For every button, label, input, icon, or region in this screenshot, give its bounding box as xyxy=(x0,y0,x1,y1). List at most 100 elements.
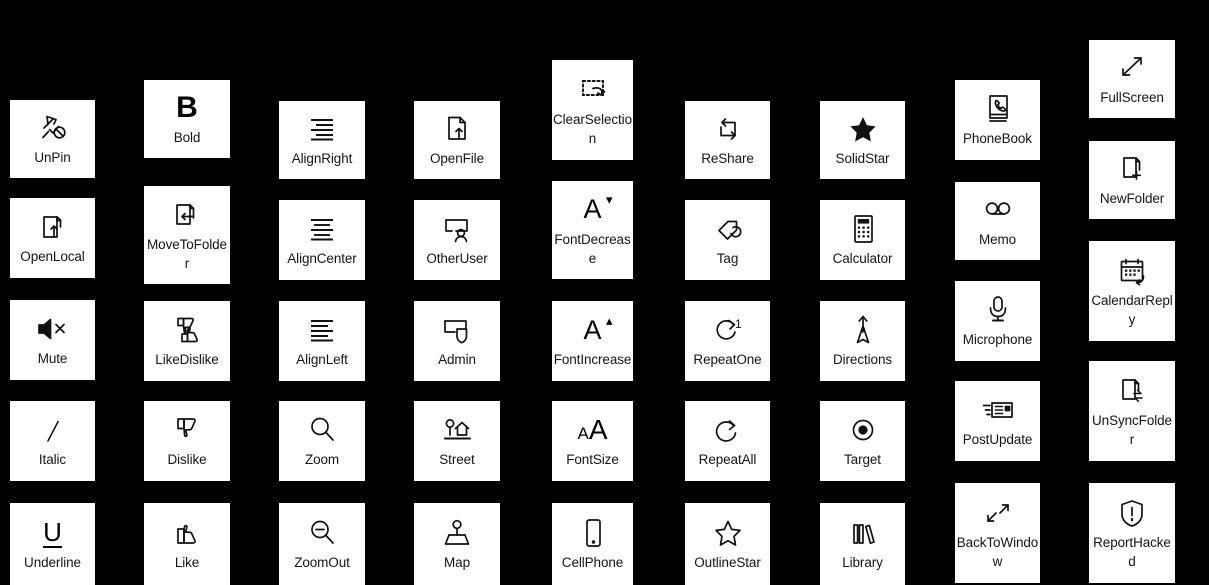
icon-tile-openlocal[interactable]: OpenLocal xyxy=(10,198,95,278)
align-center-icon xyxy=(280,210,364,248)
calculator-icon xyxy=(821,210,904,248)
icon-tile-tag[interactable]: Tag xyxy=(685,200,770,280)
icon-tile-zoom[interactable]: Zoom xyxy=(279,401,365,481)
bold-icon: B xyxy=(176,91,198,125)
underline-icon: U xyxy=(43,516,62,548)
icon-label: UnPin xyxy=(34,150,71,166)
reshare-icon xyxy=(686,110,769,148)
icon-label: Admin xyxy=(438,352,476,368)
icon-tile-directions[interactable]: Directions xyxy=(820,301,905,381)
repeat-all-icon xyxy=(686,411,769,449)
icon-tile-fontincrease[interactable]: A ▴ FontIncrease xyxy=(552,301,633,381)
unpin-icon xyxy=(11,109,94,147)
svg-text:1: 1 xyxy=(735,317,742,331)
icon-label: Dislike xyxy=(167,452,207,468)
library-icon xyxy=(821,514,904,552)
font-increase-icon: A ▴ xyxy=(583,312,613,345)
zoom-icon xyxy=(280,411,364,449)
icon-tile-bold[interactable]: B Bold xyxy=(144,80,230,158)
admin-icon xyxy=(415,311,499,349)
icon-tile-fullscreen[interactable]: FullScreen xyxy=(1089,40,1175,118)
align-left-icon xyxy=(280,311,364,349)
icon-tile-reporthacked[interactable]: ReportHacked xyxy=(1089,483,1175,583)
icon-label: LikeDislike xyxy=(155,352,219,368)
icon-tile-street[interactable]: Street xyxy=(414,401,500,481)
target-icon xyxy=(821,411,904,449)
icon-label: ZoomOut xyxy=(294,555,350,571)
icon-tile-italic[interactable]: / Italic xyxy=(10,401,95,481)
icon-tile-solidstar[interactable]: SolidStar xyxy=(820,101,905,179)
icon-tile-alignleft[interactable]: AlignLeft xyxy=(279,301,365,381)
icon-tile-phonebook[interactable]: PhoneBook xyxy=(955,80,1040,160)
icon-label: Directions xyxy=(832,352,893,368)
other-user-icon xyxy=(415,210,499,248)
icon-tile-backtowindow[interactable]: BackToWindow xyxy=(955,483,1040,583)
icon-tile-unsyncfolder[interactable]: UnSyncFolder xyxy=(1089,361,1175,461)
icon-tile-library[interactable]: Library xyxy=(820,503,905,585)
align-right-icon xyxy=(280,110,364,148)
icon-tile-calendarreply[interactable]: CalendarReply xyxy=(1089,241,1175,341)
post-update-icon xyxy=(956,391,1039,429)
icon-tile-calculator[interactable]: Calculator xyxy=(820,200,905,280)
move-to-folder-icon xyxy=(145,196,229,234)
back-to-window-icon xyxy=(956,494,1039,532)
icon-tile-cellphone[interactable]: CellPhone xyxy=(552,503,633,585)
icon-label: ClearSelection xyxy=(553,111,632,146)
font-decrease-icon: A ▾ xyxy=(583,192,613,225)
icon-label: AlignLeft xyxy=(296,352,348,368)
icon-tile-memo[interactable]: Memo xyxy=(955,182,1040,260)
icon-tile-microphone[interactable]: Microphone xyxy=(955,281,1040,361)
icon-label: CellPhone xyxy=(561,555,624,571)
icon-label: Zoom xyxy=(304,452,340,468)
icon-label: Mute xyxy=(37,351,68,367)
microphone-icon xyxy=(956,291,1039,329)
icon-label: OtherUser xyxy=(426,251,488,267)
icon-label: RepeatOne xyxy=(693,352,762,368)
solid-star-icon xyxy=(821,110,904,148)
icon-tile-repeatall[interactable]: RepeatAll xyxy=(685,401,770,481)
tag-icon xyxy=(686,210,769,248)
icon-tile-reshare[interactable]: ReShare xyxy=(685,101,770,179)
memo-icon xyxy=(956,191,1039,229)
icon-tile-otheruser[interactable]: OtherUser xyxy=(414,200,500,280)
icon-label: Map xyxy=(444,555,470,571)
icon-tile-admin[interactable]: Admin xyxy=(414,301,500,381)
icon-tile-clearselection[interactable]: ClearSelection xyxy=(552,60,633,160)
icon-tile-map[interactable]: Map xyxy=(414,503,500,585)
icon-tile-dislike[interactable]: Dislike xyxy=(144,401,230,481)
icon-gallery: UnPin OpenLocal Mute / Italic U Underline B Bo… xyxy=(0,0,1209,585)
icon-tile-underline[interactable]: U Underline xyxy=(10,503,95,585)
full-screen-icon xyxy=(1090,49,1174,87)
icon-label: Tag xyxy=(716,251,739,267)
icon-label: Calculator xyxy=(832,251,893,267)
icon-tile-like[interactable]: Like xyxy=(144,503,230,585)
icon-tile-movetofolder[interactable]: MoveToFolder xyxy=(144,186,230,284)
icon-tile-newfolder[interactable]: NewFolder xyxy=(1089,141,1175,219)
icon-tile-likedislike[interactable]: LikeDislike xyxy=(144,301,230,381)
icon-tile-aligncenter[interactable]: AlignCenter xyxy=(279,200,365,280)
icon-tile-repeatone[interactable]: 1 RepeatOne xyxy=(685,301,770,381)
phone-book-icon xyxy=(956,90,1039,128)
icon-tile-alignright[interactable]: AlignRight xyxy=(279,101,365,179)
icon-tile-unpin[interactable]: UnPin xyxy=(10,100,95,178)
like-dislike-icon xyxy=(145,311,229,349)
icon-label: FontDecrease xyxy=(554,231,631,266)
cell-phone-icon xyxy=(553,514,632,552)
icon-label: Bold xyxy=(173,130,201,146)
icon-tile-fontdecrease[interactable]: A ▾ FontDecrease xyxy=(552,181,633,279)
icon-label: Target xyxy=(844,452,881,468)
icon-tile-mute[interactable]: Mute xyxy=(10,300,95,380)
icon-tile-openfile[interactable]: OpenFile xyxy=(414,101,500,179)
icon-tile-fontsize[interactable]: AA FontSize xyxy=(552,401,633,481)
icon-tile-target[interactable]: Target xyxy=(820,401,905,481)
report-hacked-icon xyxy=(1090,494,1174,532)
calendar-reply-icon xyxy=(1090,252,1174,290)
icon-label: AlignRight xyxy=(291,151,353,167)
icon-label: FullScreen xyxy=(1100,90,1164,106)
icon-tile-outlinestar[interactable]: OutlineStar xyxy=(685,503,770,585)
icon-tile-postupdate[interactable]: PostUpdate xyxy=(955,381,1040,461)
icon-tile-zoomout[interactable]: ZoomOut xyxy=(279,503,365,585)
repeat-one-icon: 1 xyxy=(686,311,769,349)
icon-label: OpenFile xyxy=(430,151,484,167)
font-size-icon: AA xyxy=(577,414,608,446)
